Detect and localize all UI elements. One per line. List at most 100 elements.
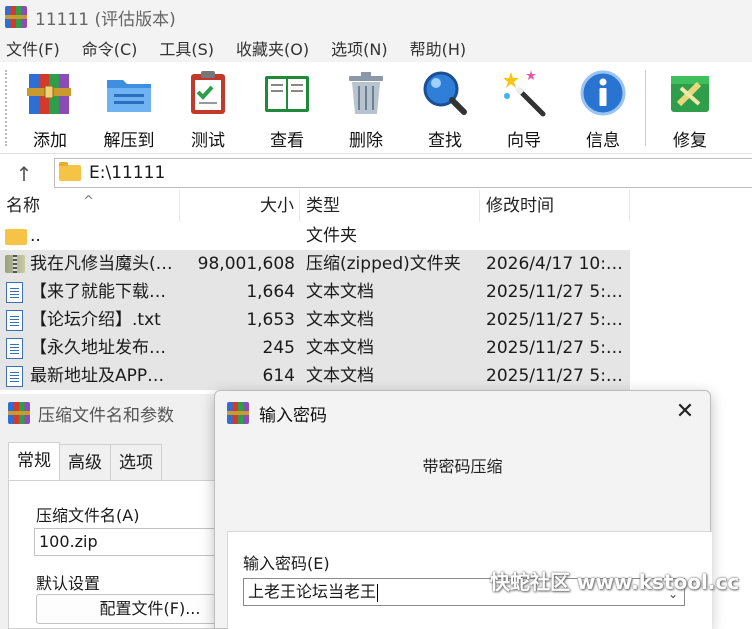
view-label: 查看: [270, 131, 304, 151]
text-file-icon: [6, 282, 23, 303]
text-file-icon: [6, 310, 23, 331]
info-icon: [578, 68, 628, 118]
address-field[interactable]: E:\11111: [54, 158, 752, 188]
column-name-label: 名称: [6, 196, 40, 216]
find-button[interactable]: 查找: [409, 68, 481, 151]
password-dialog-title-bar: 输入密码: [215, 391, 710, 435]
text-caret: [377, 583, 379, 602]
delete-label: 删除: [349, 131, 383, 151]
add-button[interactable]: 添加: [14, 68, 86, 151]
extract-to-label: 解压到: [103, 131, 155, 151]
tab-advanced[interactable]: 高级: [59, 444, 111, 480]
extract-to-button[interactable]: 解压到: [93, 68, 165, 151]
column-header-type[interactable]: 类型: [300, 190, 480, 222]
menu-bar: 文件(F) 命令(C) 工具(S) 收藏夹(O) 选项(N) 帮助(H): [0, 34, 752, 62]
column-modified-label: 修改时间: [486, 196, 554, 216]
file-size: 245: [262, 338, 295, 358]
text-file-icon: [6, 338, 23, 359]
watermark: 快蛇社区 www.kstool.cc: [490, 570, 740, 594]
column-size-label: 大小: [260, 196, 294, 216]
winrar-app-icon: [227, 402, 249, 424]
add-label: 添加: [33, 131, 67, 151]
info-button[interactable]: 信息: [567, 68, 639, 151]
view-button[interactable]: 查看: [251, 68, 323, 151]
trash-icon: [341, 68, 391, 118]
up-arrow-icon[interactable]: ↑: [10, 160, 38, 188]
close-icon[interactable]: ✕: [672, 399, 698, 425]
column-header-modified[interactable]: 修改时间: [480, 190, 630, 222]
menu-help[interactable]: 帮助(H): [410, 36, 467, 60]
file-modified: 2026/4/17 10:…: [486, 254, 623, 274]
file-name: 最新地址及APP…: [30, 366, 165, 386]
text-file-icon: [6, 366, 23, 387]
toolbar-separator: [645, 70, 646, 146]
sort-ascending-icon: ^: [83, 194, 94, 209]
toolbar-grip: [5, 70, 7, 146]
password-label: 输入密码(E): [243, 554, 330, 573]
file-type: 文本文档: [306, 338, 374, 358]
table-row[interactable]: 最新地址及APP… 614 文本文档 2025/11/27 5:…: [0, 362, 630, 390]
column-header-name[interactable]: ^ 名称: [0, 190, 180, 222]
default-settings-label: 默认设置: [36, 574, 101, 593]
repair-button[interactable]: 修复: [654, 68, 726, 151]
file-name: ..: [30, 226, 41, 246]
file-type: 文件夹: [306, 226, 357, 246]
file-type: 文本文档: [306, 366, 374, 386]
extract-folder-icon: [104, 68, 154, 118]
archive-name-label: 压缩文件名(A): [36, 506, 140, 525]
file-size: [180, 222, 295, 250]
menu-file[interactable]: 文件(F): [6, 36, 60, 60]
menu-commands[interactable]: 命令(C): [82, 36, 138, 60]
file-name: 【论坛介绍】.txt: [30, 310, 161, 330]
table-row[interactable]: .. 文件夹: [0, 222, 630, 250]
file-type: 文本文档: [306, 310, 374, 330]
file-name: 我在凡修当魔头(…: [30, 254, 173, 274]
wizard-label: 向导: [507, 131, 541, 151]
delete-button[interactable]: 删除: [330, 68, 402, 151]
test-clipboard-icon: [183, 68, 233, 118]
password-value: 上老王论坛当老王: [248, 582, 377, 601]
menu-tools[interactable]: 工具(S): [159, 36, 214, 60]
folder-icon: [59, 162, 81, 181]
table-row[interactable]: 【永久地址发布… 245 文本文档 2025/11/27 5:…: [0, 334, 630, 362]
file-modified: 2025/11/27 5:…: [486, 366, 623, 386]
test-label: 测试: [191, 131, 225, 151]
info-label: 信息: [586, 131, 620, 151]
column-header-size[interactable]: 大小: [180, 190, 300, 222]
file-list: ^ 名称 大小 类型 修改时间 .. 文件夹 我在凡修当魔头(… 98,001,…: [0, 190, 752, 390]
magnifier-icon: [420, 68, 470, 118]
view-book-icon: [262, 68, 312, 118]
repair-label: 修复: [673, 131, 707, 151]
file-modified: 2025/11/27 5:…: [486, 338, 623, 358]
wizard-button[interactable]: 向导: [488, 68, 560, 151]
address-bar: ↑ E:\11111: [0, 156, 752, 190]
file-modified: 2025/11/27 5:…: [486, 310, 623, 330]
test-button[interactable]: 测试: [172, 68, 244, 151]
zip-file-icon: [5, 255, 25, 273]
table-row[interactable]: 【论坛介绍】.txt 1,653 文本文档 2025/11/27 5:…: [0, 306, 630, 334]
tab-general[interactable]: 常规: [8, 442, 60, 480]
window-title: 11111 (评估版本): [35, 9, 176, 30]
find-label: 查找: [428, 131, 462, 151]
file-type: 压缩(zipped)文件夹: [306, 254, 461, 274]
file-type: 文本文档: [306, 282, 374, 302]
file-size: 1,653: [246, 310, 295, 330]
title-bar: 11111 (评估版本): [0, 0, 752, 34]
address-path: E:\11111: [89, 163, 166, 183]
menu-favorites[interactable]: 收藏夹(O): [236, 36, 309, 60]
menu-options[interactable]: 选项(N): [331, 36, 387, 60]
winrar-app-icon: [5, 6, 27, 28]
magic-wand-icon: [499, 68, 549, 118]
file-name: 【永久地址发布…: [30, 338, 166, 358]
file-modified: 2025/11/27 5:…: [486, 282, 623, 302]
winrar-app-icon: [8, 402, 30, 424]
file-name: 【来了就能下载…: [30, 282, 166, 302]
file-size: 614: [262, 366, 295, 386]
file-modified: [486, 222, 626, 250]
column-type-label: 类型: [306, 196, 340, 216]
table-row[interactable]: 我在凡修当魔头(… 98,001,608 压缩(zipped)文件夹 2026/…: [0, 250, 630, 278]
password-dialog-subtitle: 带密码压缩: [422, 457, 503, 476]
table-row[interactable]: 【来了就能下载… 1,664 文本文档 2025/11/27 5:…: [0, 278, 630, 306]
tab-options[interactable]: 选项: [110, 444, 162, 480]
repair-kit-icon: [665, 68, 715, 118]
